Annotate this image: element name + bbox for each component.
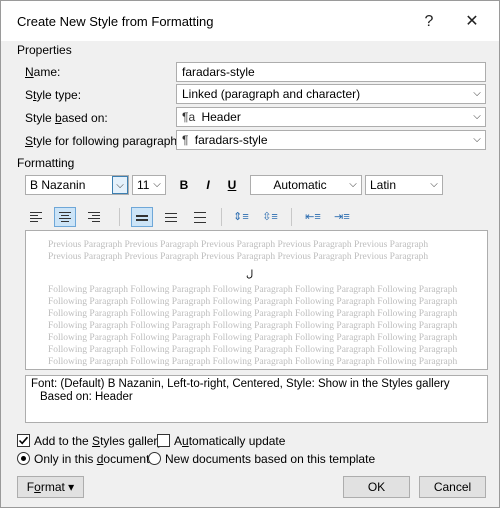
formatting-section-label: Formatting bbox=[17, 156, 75, 170]
only-this-document-label[interactable]: Only in this document bbox=[34, 452, 149, 466]
following-line: Following Paragraph Following Paragraph … bbox=[48, 345, 458, 355]
align-right-icon bbox=[88, 212, 100, 224]
bold-button[interactable]: B bbox=[174, 175, 194, 195]
dialog-title: Create New Style from Formatting bbox=[17, 14, 214, 29]
following-paragraph-label: Style for following paragraph: bbox=[25, 134, 181, 148]
help-button[interactable]: ? bbox=[415, 10, 443, 34]
font-select[interactable]: B Nazanin ⌵ bbox=[25, 175, 129, 195]
close-button[interactable]: ✕ bbox=[458, 10, 486, 34]
cancel-button[interactable]: Cancel bbox=[419, 476, 486, 498]
toolbar-separator bbox=[291, 208, 292, 226]
decrease-indent-button[interactable]: ⇤≡ bbox=[302, 207, 324, 227]
toolbar-separator bbox=[221, 208, 222, 226]
description-line: Font: (Default) B Nazanin, Left-to-right… bbox=[31, 378, 450, 390]
chevron-down-icon: ⌵ bbox=[468, 85, 485, 103]
create-style-dialog: Create New Style from Formatting ? ✕ Pro… bbox=[0, 0, 500, 508]
only-this-document-radio[interactable] bbox=[17, 452, 30, 465]
font-color-value: Automatic bbox=[273, 178, 327, 192]
chevron-down-icon: ⌵ bbox=[468, 131, 485, 149]
style-preview: Previous Paragraph Previous Paragraph Pr… bbox=[25, 230, 488, 370]
italic-button[interactable]: I bbox=[198, 175, 218, 195]
style-type-label: Style type: bbox=[25, 88, 82, 102]
style-based-on-label: Style based on: bbox=[25, 111, 108, 125]
one-half-spacing-icon bbox=[165, 213, 177, 224]
style-type-value: Linked (paragraph and character) bbox=[182, 87, 361, 101]
decrease-spacing-button[interactable]: ⇳≡ bbox=[259, 207, 281, 227]
chevron-down-icon: ⌵ bbox=[468, 108, 485, 126]
following-line: Following Paragraph Following Paragraph … bbox=[48, 309, 458, 319]
current-paragraph-preview: ل bbox=[246, 269, 254, 280]
font-color-select[interactable]: Automatic ⌵ bbox=[250, 175, 362, 195]
following-line: Following Paragraph Following Paragraph … bbox=[48, 285, 458, 295]
paragraph-style-icon: ¶ bbox=[182, 133, 189, 147]
following-paragraph-select[interactable]: ¶ faradars-style ⌵ bbox=[176, 130, 486, 150]
decrease-paragraph-spacing-icon: ⇳≡ bbox=[262, 211, 278, 223]
new-documents-label[interactable]: New documents based on this template bbox=[165, 452, 375, 466]
following-paragraph-preview: Following Paragraph Following Paragraph … bbox=[48, 284, 458, 368]
decrease-indent-icon: ⇤≡ bbox=[305, 211, 321, 223]
align-center-button[interactable] bbox=[54, 207, 76, 227]
align-center-icon bbox=[59, 212, 71, 224]
toolbar-separator bbox=[119, 208, 120, 226]
following-paragraph-value: faradars-style bbox=[194, 133, 268, 147]
auto-update-label[interactable]: Automatically update bbox=[174, 434, 285, 448]
underline-button[interactable]: U bbox=[222, 175, 242, 195]
auto-update-checkbox[interactable] bbox=[157, 434, 170, 447]
chevron-down-icon: ⌵ bbox=[153, 179, 161, 190]
increase-paragraph-spacing-icon: ⇕≡ bbox=[233, 211, 249, 223]
chevron-down-icon: ⌵ bbox=[430, 179, 438, 190]
following-line: Following Paragraph Following Paragraph … bbox=[48, 333, 458, 343]
ok-button[interactable]: OK bbox=[343, 476, 410, 498]
new-documents-radio[interactable] bbox=[148, 452, 161, 465]
following-line: Following Paragraph Following Paragraph … bbox=[48, 297, 458, 307]
single-spacing-icon bbox=[136, 215, 148, 223]
align-left-button[interactable] bbox=[25, 207, 47, 227]
style-based-on-value: Header bbox=[201, 110, 241, 124]
style-type-select[interactable]: Linked (paragraph and character) ⌵ bbox=[176, 84, 486, 104]
chevron-down-icon: ⌵ bbox=[112, 176, 128, 194]
style-description: Font: (Default) B Nazanin, Left-to-right… bbox=[25, 375, 488, 423]
double-spacing-button[interactable] bbox=[189, 207, 211, 227]
increase-spacing-button[interactable]: ⇕≡ bbox=[230, 207, 252, 227]
following-line: Following Paragraph Following Paragraph … bbox=[48, 357, 458, 367]
script-value: Latin bbox=[370, 178, 397, 192]
double-spacing-icon bbox=[194, 212, 206, 225]
single-spacing-button[interactable] bbox=[131, 207, 153, 227]
name-label: Name: bbox=[25, 65, 61, 79]
font-size-value: 11 bbox=[137, 178, 150, 192]
format-menu-button[interactable]: Format ▾ bbox=[17, 476, 84, 498]
add-to-gallery-label[interactable]: Add to the Styles gallery bbox=[34, 434, 163, 448]
linked-style-icon: ¶a bbox=[182, 110, 196, 124]
checkmark-icon bbox=[18, 436, 29, 445]
font-size-select[interactable]: 11 ⌵ bbox=[132, 175, 166, 195]
following-line: Following Paragraph Following Paragraph … bbox=[48, 321, 458, 331]
chevron-down-icon: ⌵ bbox=[349, 179, 357, 190]
script-select[interactable]: Latin ⌵ bbox=[365, 175, 443, 195]
dropdown-arrow-icon: ▾ bbox=[68, 480, 75, 494]
title-bar: Create New Style from Formatting ? ✕ bbox=[1, 1, 499, 41]
align-right-button[interactable] bbox=[83, 207, 105, 227]
font-value: B Nazanin bbox=[30, 178, 86, 192]
name-field[interactable]: faradars-style bbox=[176, 62, 486, 82]
add-to-gallery-checkbox[interactable] bbox=[17, 434, 30, 447]
properties-section-label: Properties bbox=[17, 43, 72, 57]
align-left-icon bbox=[30, 212, 42, 224]
previous-paragraph-preview: Previous Paragraph Previous Paragraph Pr… bbox=[48, 240, 429, 262]
increase-indent-icon: ⇥≡ bbox=[334, 211, 350, 223]
style-based-on-select[interactable]: ¶a Header ⌵ bbox=[176, 107, 486, 127]
description-based-on: Based on: Header bbox=[40, 391, 133, 403]
one-half-spacing-button[interactable] bbox=[160, 207, 182, 227]
increase-indent-button[interactable]: ⇥≡ bbox=[331, 207, 353, 227]
